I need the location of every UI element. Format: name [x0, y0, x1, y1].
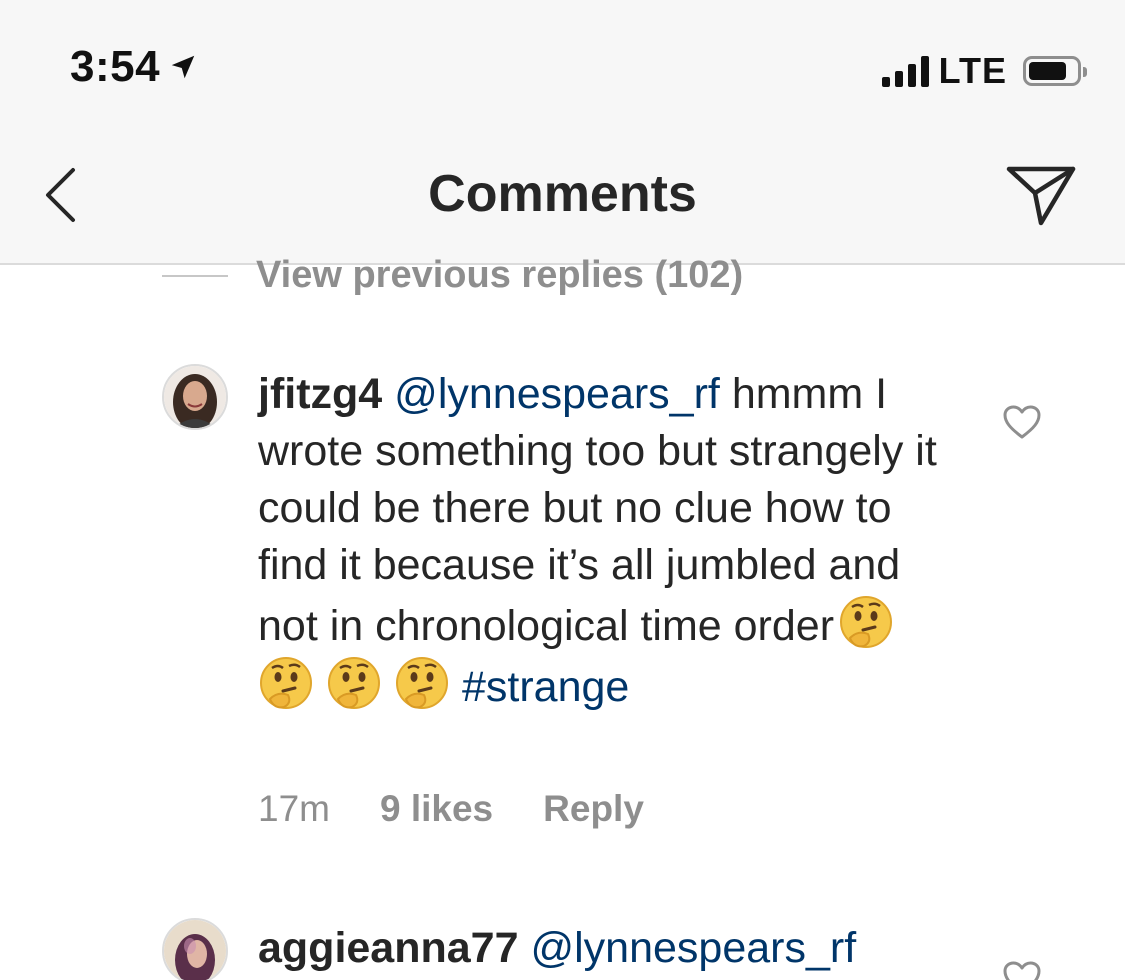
comment-mention[interactable]: @lynnespears_rf [530, 924, 856, 972]
view-previous-replies[interactable]: View previous replies (102) [162, 254, 743, 297]
network-type: LTE [938, 50, 1007, 91]
comment-item: jfitzg4 @lynnespears_rf hmmm I wrote som… [162, 364, 1092, 834]
battery-level [1029, 62, 1066, 80]
comment-likes-count[interactable]: 9 likes [380, 788, 493, 830]
comment-text: jfitzg4 @lynnespears_rf hmmm I wrote som… [258, 366, 948, 716]
cellular-signal-icon [881, 55, 929, 87]
like-heart-icon[interactable] [1002, 960, 1042, 980]
avatar[interactable] [162, 918, 228, 980]
share-button[interactable] [1001, 160, 1081, 230]
comment-timestamp: 17m [258, 788, 330, 829]
status-time: 3:54 [70, 42, 198, 92]
thinking-face-emoji [394, 655, 450, 711]
battery-icon [1023, 56, 1087, 86]
thinking-face-emoji [838, 594, 894, 650]
comment-meta: 17m 9 likes Reply [258, 788, 644, 830]
view-previous-replies-label: View previous replies (102) [256, 254, 744, 296]
comment-mention[interactable]: @lynnespears_rf [394, 370, 720, 418]
comment-hashtag[interactable]: #strange [462, 663, 629, 711]
comment-text: aggieanna77 @lynnespears_rf [258, 920, 948, 977]
paper-plane-icon [1006, 166, 1076, 226]
reply-button[interactable]: Reply [543, 788, 644, 830]
comment-username[interactable]: jfitzg4 [258, 370, 382, 418]
like-heart-icon[interactable] [1002, 404, 1042, 440]
comment-username[interactable]: aggieanna77 [258, 924, 519, 972]
location-arrow-icon [168, 52, 198, 82]
header-area: 3:54 LTE Comments [0, 0, 1125, 265]
page-title: Comments [428, 165, 697, 223]
comments-screen: 3:54 LTE Comments View previous replies … [0, 0, 1125, 980]
thinking-face-emoji [326, 655, 382, 711]
clock-text: 3:54 [70, 42, 161, 91]
thinking-face-emoji [258, 655, 314, 711]
replies-divider [162, 274, 228, 277]
status-indicators: LTE [881, 50, 1087, 92]
avatar[interactable] [162, 364, 228, 430]
comment-item: aggieanna77 @lynnespears_rf [162, 918, 1092, 980]
